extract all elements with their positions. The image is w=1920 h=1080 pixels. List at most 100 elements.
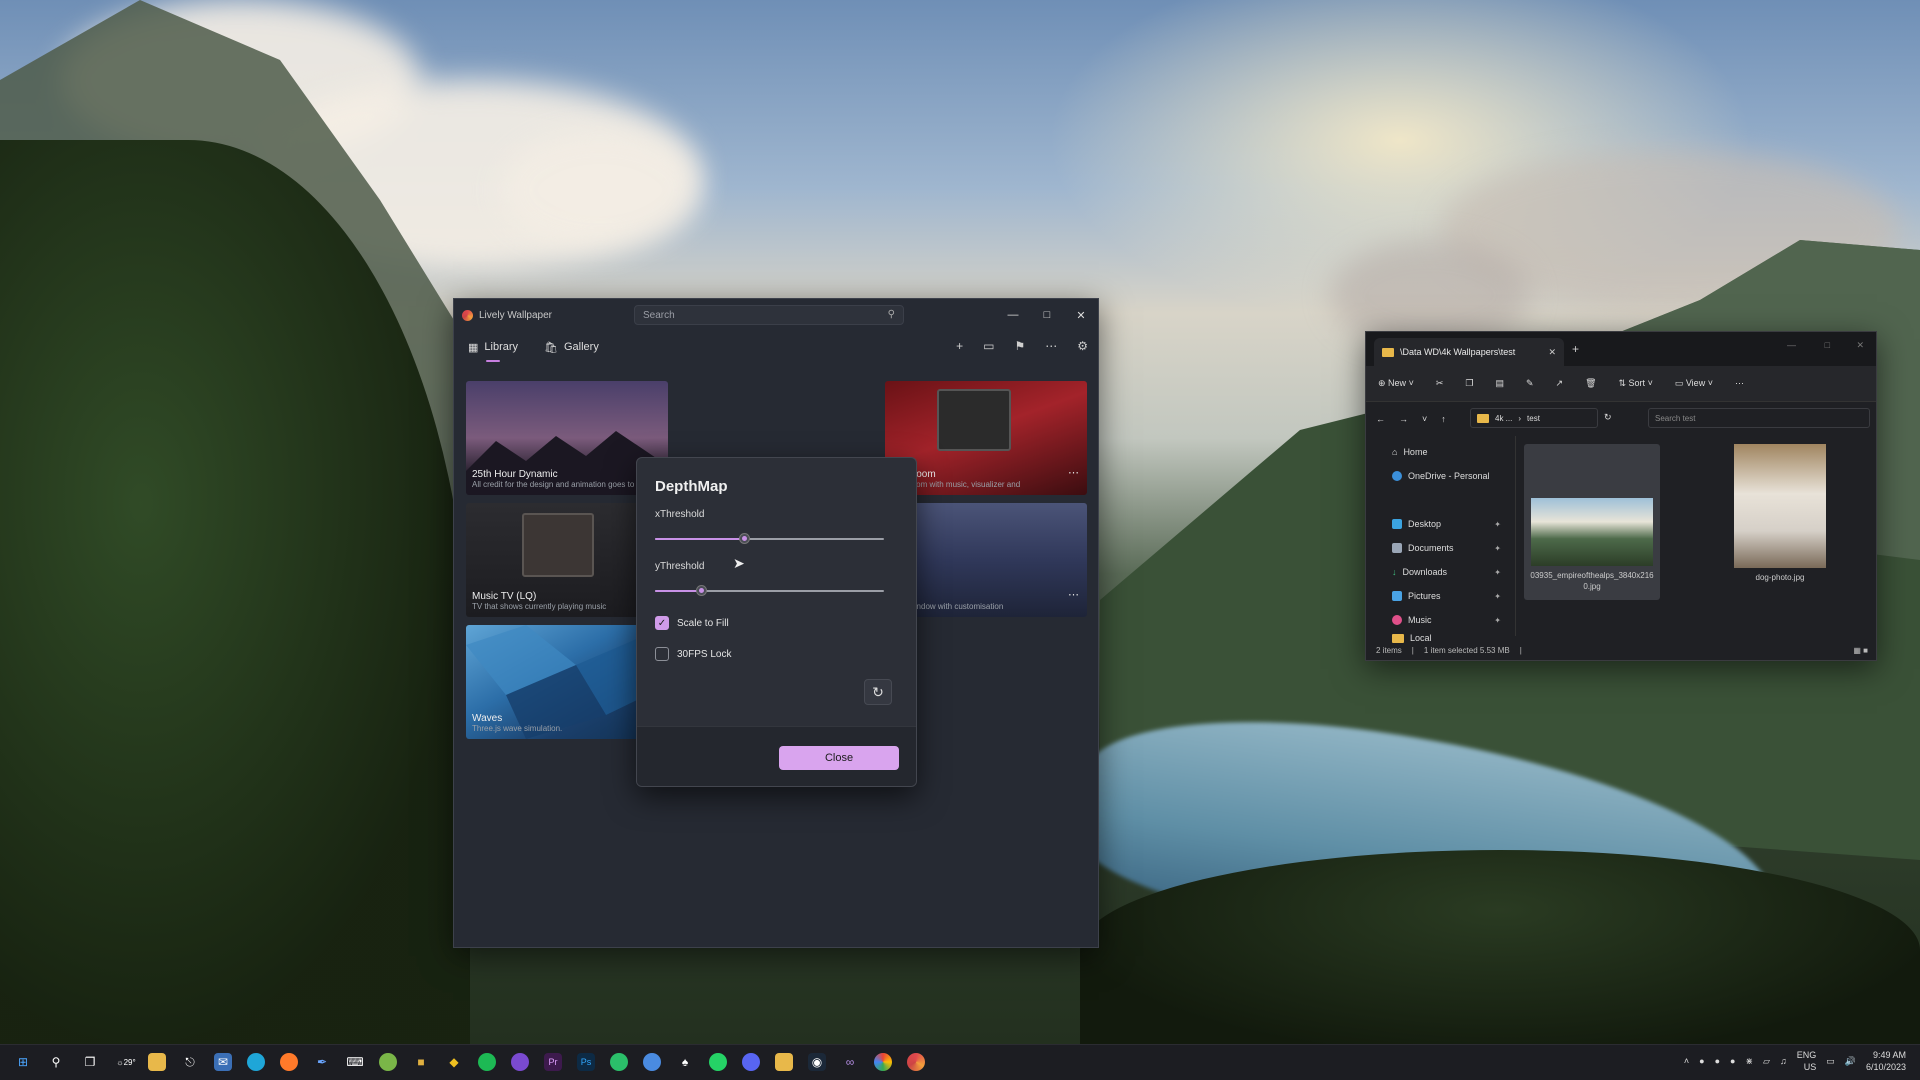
app-icon[interactable]	[643, 1053, 661, 1071]
tab-gallery[interactable]: 🛍 Gallery	[544, 341, 599, 354]
close-window-button[interactable]: ✕	[1064, 299, 1098, 331]
microphone-icon[interactable]: ♫	[1780, 1056, 1787, 1066]
discord-icon[interactable]	[742, 1053, 760, 1071]
more-icon[interactable]: ⋯	[1068, 588, 1079, 601]
language-indicator[interactable]: ENG US	[1797, 1049, 1817, 1073]
file-name: 03935_empireofthealps_3840x2160.jpg	[1530, 571, 1654, 591]
file-explorer-icon[interactable]	[775, 1053, 793, 1071]
minimize-button[interactable]: —	[1787, 340, 1796, 350]
refresh-icon[interactable]: ↻	[1604, 412, 1612, 423]
search-input[interactable]: Search test	[1648, 408, 1870, 428]
more-icon[interactable]: ⋯	[1045, 339, 1057, 353]
mail-icon[interactable]: ✉	[214, 1053, 232, 1071]
new-tab-button[interactable]: +	[1572, 342, 1579, 356]
checkbox-box[interactable]: ✓	[655, 616, 669, 630]
path-breadcrumb[interactable]: 4k ... › test	[1470, 408, 1598, 428]
minimize-button[interactable]: —	[996, 299, 1030, 331]
maximize-button[interactable]: □	[1825, 340, 1830, 350]
title-bar[interactable]: Lively Wallpaper Search ⚲ — □ ✕	[454, 299, 1098, 331]
paste-icon[interactable]: ▤	[1495, 378, 1504, 389]
network-icon[interactable]: ▭	[1826, 1056, 1835, 1067]
fps-lock-checkbox[interactable]: 30FPS Lock	[655, 647, 731, 661]
visual-studio-icon[interactable]: ∞	[841, 1053, 859, 1071]
nav-item-home[interactable]: ⌂ Home	[1366, 440, 1515, 464]
nav-item-pictures[interactable]: Pictures ✦	[1366, 584, 1515, 608]
reset-button[interactable]: ↻	[864, 679, 892, 705]
lively-wallpaper-icon[interactable]	[907, 1053, 925, 1071]
whatsapp-icon[interactable]	[709, 1053, 727, 1071]
nav-item-documents[interactable]: Documents ✦	[1366, 536, 1515, 560]
app-icon[interactable]: ■	[412, 1053, 430, 1071]
forward-icon[interactable]: →	[1399, 414, 1408, 424]
app-icon[interactable]	[610, 1053, 628, 1071]
explorer-tab[interactable]: \Data WD\4k Wallpapers\test ✕	[1374, 338, 1564, 366]
sort-button[interactable]: ⇅ Sort ˅	[1619, 378, 1653, 389]
weather-icon[interactable]: ☼ 29°	[114, 1053, 138, 1071]
checkbox-box[interactable]	[655, 647, 669, 661]
nav-item-music[interactable]: Music ✦	[1366, 608, 1515, 632]
settings-icon[interactable]: ⚙	[1077, 339, 1088, 353]
slider-thumb[interactable]	[695, 585, 707, 596]
photoshop-icon[interactable]: Ps	[577, 1053, 595, 1071]
rename-icon[interactable]: ✎	[1526, 378, 1534, 389]
start-icon[interactable]: ⊞	[14, 1053, 32, 1071]
firefox-icon[interactable]	[280, 1053, 298, 1071]
app-icon[interactable]: ♠	[676, 1053, 694, 1071]
screen-icon[interactable]: ▭	[983, 339, 994, 353]
nav-item-downloads[interactable]: ↓ Downloads ✦	[1366, 560, 1515, 584]
nav-item-desktop[interactable]: Desktop ✦	[1366, 512, 1515, 536]
more-icon[interactable]: ⋯	[1735, 378, 1744, 389]
view-toggle-icon[interactable]: ▦ ■	[1853, 646, 1868, 655]
close-window-button[interactable]: ✕	[1856, 340, 1864, 351]
volume-icon[interactable]: 🔊	[1845, 1056, 1856, 1067]
tray-app-icon[interactable]: ●	[1699, 1056, 1704, 1066]
more-icon[interactable]: ⋯	[1068, 466, 1079, 479]
scale-to-fill-checkbox[interactable]: ✓ Scale to Fill	[655, 616, 729, 630]
spotify-icon[interactable]	[478, 1053, 496, 1071]
chrome-icon[interactable]	[874, 1053, 892, 1071]
pen-icon[interactable]: ✒	[313, 1053, 331, 1071]
back-icon[interactable]: ←	[1376, 414, 1385, 424]
slider-thumb[interactable]	[739, 533, 751, 544]
tray-app-icon[interactable]: ●	[1730, 1056, 1735, 1066]
usb-icon[interactable]: ▱	[1763, 1056, 1770, 1067]
lock-icon[interactable]: ⎋	[181, 1053, 199, 1071]
nav-item-onedrive[interactable]: OneDrive - Personal	[1366, 464, 1515, 488]
copy-icon[interactable]: ❐	[1465, 378, 1473, 389]
cut-icon[interactable]: ✂	[1436, 378, 1444, 389]
control-panel-icon[interactable]: ⚑	[1014, 339, 1025, 353]
steam-icon[interactable]: ◉	[808, 1053, 826, 1071]
file-item[interactable]: 03935_empireofthealps_3840x2160.jpg	[1524, 444, 1660, 600]
edge-icon[interactable]	[247, 1053, 265, 1071]
folder-icon	[1382, 347, 1394, 357]
new-button[interactable]: ⊕ New ˅	[1378, 378, 1414, 389]
close-button[interactable]: Close	[779, 746, 899, 770]
chevron-up-icon[interactable]: ˄	[1684, 1056, 1689, 1066]
task-view-icon[interactable]: ❐	[81, 1053, 99, 1071]
xthreshold-slider[interactable]	[655, 532, 884, 546]
search-input[interactable]: Search ⚲	[634, 305, 904, 325]
file-thumbnail	[1734, 444, 1826, 568]
search-icon[interactable]: ⚲	[47, 1053, 65, 1071]
recent-icon[interactable]: ˅	[1422, 414, 1427, 424]
xthreshold-label: xThreshold	[655, 509, 705, 520]
clock[interactable]: 9:49 AM 6/10/2023	[1866, 1049, 1906, 1073]
view-button[interactable]: ▭ View ˅	[1675, 378, 1713, 389]
tab-library[interactable]: ▦ Library	[468, 341, 518, 362]
ythreshold-slider[interactable]	[655, 584, 884, 598]
file-item[interactable]: dog-photo.jpg	[1712, 444, 1848, 600]
bluetooth-icon[interactable]: ⋇	[1745, 1056, 1753, 1067]
up-icon[interactable]: ↑	[1441, 414, 1446, 424]
delete-icon[interactable]: 🗑	[1585, 378, 1596, 389]
app-icon[interactable]	[511, 1053, 529, 1071]
terminal-icon[interactable]: ⌨	[346, 1053, 364, 1071]
sticky-notes-icon[interactable]	[148, 1053, 166, 1071]
app-icon[interactable]	[379, 1053, 397, 1071]
app-icon[interactable]: ◆	[445, 1053, 463, 1071]
share-icon[interactable]: ↗	[1556, 378, 1564, 389]
premiere-icon[interactable]: Pr	[544, 1053, 562, 1071]
tray-app-icon[interactable]: ●	[1715, 1056, 1720, 1066]
add-icon[interactable]: +	[956, 339, 963, 353]
maximize-button[interactable]: □	[1030, 299, 1064, 331]
close-tab-icon[interactable]: ✕	[1548, 347, 1556, 358]
